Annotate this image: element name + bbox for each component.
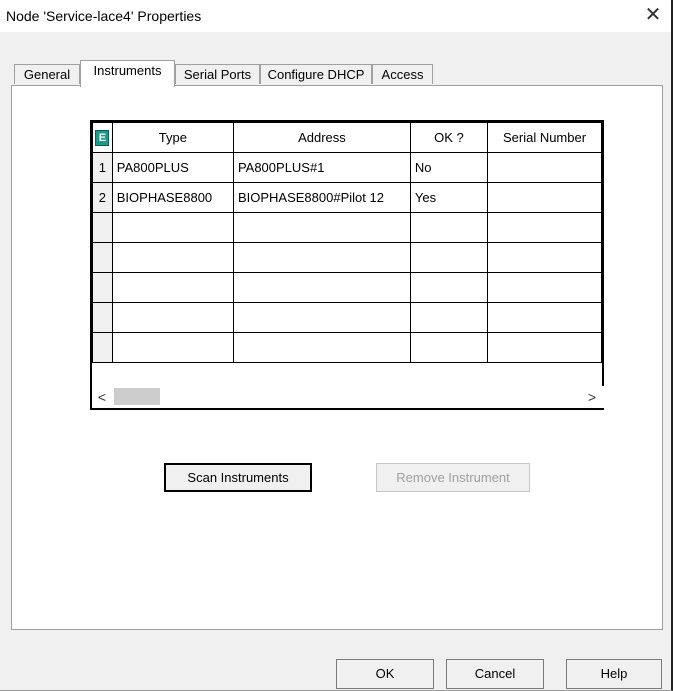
ok-button[interactable]: OK (336, 659, 434, 689)
cell-type[interactable]: PA800PLUS (111, 152, 234, 183)
scroll-left-arrow-icon[interactable]: < (94, 388, 110, 406)
tab-instruments[interactable]: Instruments (80, 60, 175, 87)
empty-cell[interactable] (487, 302, 602, 333)
empty-cell[interactable] (111, 242, 234, 273)
empty-row[interactable] (92, 302, 602, 333)
empty-cell[interactable] (409, 272, 489, 303)
empty-cell[interactable] (111, 272, 234, 303)
empty-cell[interactable] (487, 212, 602, 243)
help-button[interactable]: Help (566, 659, 662, 689)
cancel-button[interactable]: Cancel (446, 659, 544, 689)
cell-type[interactable]: BIOPHASE8800 (111, 182, 234, 213)
empty-row[interactable] (92, 272, 602, 303)
empty-cell[interactable] (487, 242, 602, 273)
close-icon[interactable]: ✕ (641, 4, 665, 28)
horizontal-scrollbar[interactable]: < > (92, 386, 604, 408)
empty-cell[interactable] (487, 332, 602, 363)
row-header[interactable] (92, 212, 113, 243)
table-row[interactable]: 1 PA800PLUS PA800PLUS#1 No (92, 152, 602, 183)
title-bar: Node 'Service-lace4' Properties ✕ (0, 0, 671, 32)
scan-instruments-button[interactable]: Scan Instruments (164, 463, 312, 492)
tab-configure-dhcp[interactable]: Configure DHCP (260, 64, 372, 84)
cell-serial-number[interactable] (487, 182, 602, 213)
row-header[interactable] (92, 302, 113, 333)
grid-corner-icon: E (95, 130, 110, 146)
instruments-grid[interactable]: E Type Address OK ? Serial Number 1 PA80… (90, 120, 604, 410)
empty-cell[interactable] (111, 302, 234, 333)
row-number[interactable]: 2 (92, 182, 113, 213)
row-header[interactable] (92, 242, 113, 273)
empty-cell[interactable] (232, 272, 411, 303)
empty-cell[interactable] (409, 332, 489, 363)
column-header-address[interactable]: Address (232, 122, 411, 153)
window-title: Node 'Service-lace4' Properties (6, 8, 202, 24)
tab-access[interactable]: Access (372, 64, 433, 84)
row-header[interactable] (92, 272, 113, 303)
cell-ok[interactable]: Yes (409, 182, 489, 213)
remove-instrument-button[interactable]: Remove Instrument (376, 463, 530, 492)
empty-cell[interactable] (409, 212, 489, 243)
empty-cell[interactable] (232, 212, 411, 243)
cell-serial-number[interactable] (487, 152, 602, 183)
column-header-ok[interactable]: OK ? (409, 122, 489, 153)
column-header-type[interactable]: Type (111, 122, 234, 153)
empty-cell[interactable] (232, 242, 411, 273)
tab-serial-ports[interactable]: Serial Ports (175, 64, 260, 84)
table-row[interactable]: 2 BIOPHASE8800 BIOPHASE8800#Pilot 12 Yes (92, 182, 602, 213)
grid-corner[interactable]: E (92, 122, 113, 153)
properties-dialog: Node 'Service-lace4' Properties ✕ Genera… (0, 0, 673, 691)
empty-cell[interactable] (487, 272, 602, 303)
row-number[interactable]: 1 (92, 152, 113, 183)
empty-cell[interactable] (111, 332, 234, 363)
tab-general[interactable]: General (14, 64, 80, 84)
instruments-panel: E Type Address OK ? Serial Number 1 PA80… (11, 85, 663, 630)
row-header[interactable] (92, 332, 113, 363)
empty-cell[interactable] (232, 302, 411, 333)
empty-row[interactable] (92, 242, 602, 273)
empty-row[interactable] (92, 212, 602, 243)
empty-cell[interactable] (111, 212, 234, 243)
column-header-serial-number[interactable]: Serial Number (487, 122, 602, 153)
empty-cell[interactable] (409, 242, 489, 273)
cell-ok[interactable]: No (409, 152, 489, 183)
empty-cell[interactable] (232, 332, 411, 363)
empty-cell[interactable] (409, 302, 489, 333)
scrollbar-thumb[interactable] (114, 388, 160, 405)
scroll-right-arrow-icon[interactable]: > (584, 388, 600, 406)
empty-row[interactable] (92, 332, 602, 363)
cell-address[interactable]: BIOPHASE8800#Pilot 12 (232, 182, 411, 213)
cell-address[interactable]: PA800PLUS#1 (232, 152, 411, 183)
